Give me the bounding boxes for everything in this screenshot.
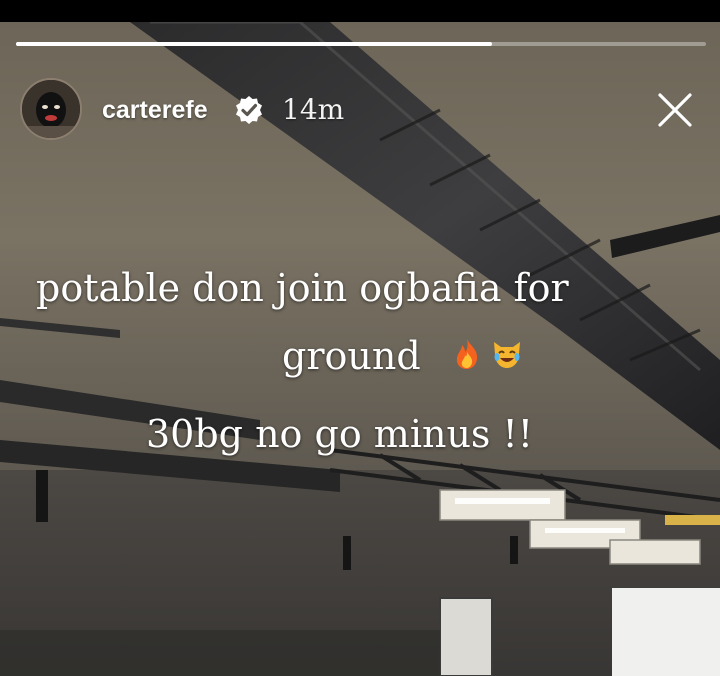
cat-tears-of-joy-emoji [494, 342, 520, 368]
story-progress-bar [16, 42, 706, 46]
avatar-image [22, 80, 80, 138]
verified-badge-icon [236, 96, 262, 124]
caption-line-1: potable don join ogbafia for [36, 266, 569, 310]
fire-emoji [456, 339, 478, 369]
avatar[interactable] [20, 78, 82, 140]
story-timestamp: 14m [282, 93, 345, 126]
username[interactable]: carterefe [102, 96, 208, 125]
close-icon[interactable] [655, 90, 695, 130]
status-strip [0, 0, 720, 22]
story-header: carterefe 14m [20, 78, 700, 142]
story-progress-fill [16, 42, 493, 46]
caption-line-2: ground [282, 334, 421, 378]
caption-line-3: 30bg no go minus !! [146, 412, 534, 456]
